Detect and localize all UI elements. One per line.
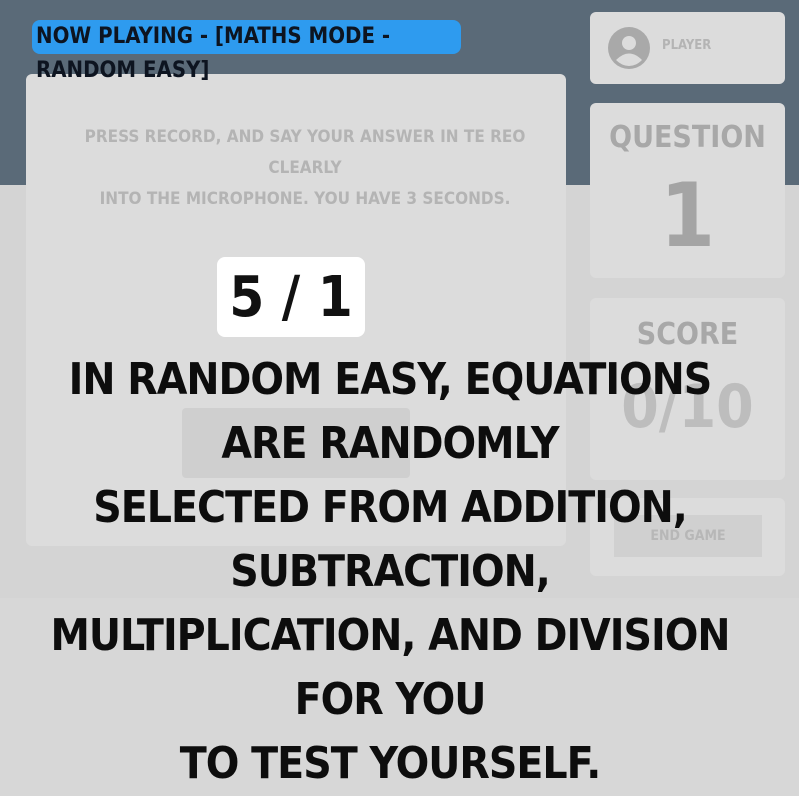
question-label: QUESTION — [609, 120, 766, 155]
account-circle-icon — [608, 27, 650, 69]
score-label: SCORE — [636, 317, 739, 352]
instruction-text: PRESS RECORD, AND SAY YOUR ANSWER IN TE … — [60, 122, 550, 215]
instruction-line-1: PRESS RECORD, AND SAY YOUR ANSWER IN TE … — [84, 127, 526, 178]
explanation-line-1: IN RANDOM EASY, EQUATIONS ARE RANDOMLY — [68, 354, 713, 469]
equation-display: 5 / 1 — [217, 257, 365, 337]
player-label: PLAYER — [662, 38, 712, 53]
instruction-line-2: INTO THE MICROPHONE. YOU HAVE 3 SECONDS. — [99, 189, 511, 209]
explanation-line-4: TO TEST YOURSELF. — [179, 738, 602, 789]
now-playing-badge: NOW PLAYING - [MATHS MODE - RANDOM EASY] — [32, 20, 461, 83]
mode-explanation: IN RANDOM EASY, EQUATIONS ARE RANDOMLY S… — [20, 348, 760, 796]
explanation-line-2: SELECTED FROM ADDITION, SUBTRACTION, — [93, 482, 688, 597]
question-number: 1 — [659, 164, 716, 267]
explanation-line-3: MULTIPLICATION, AND DIVISION FOR YOU — [50, 610, 730, 725]
